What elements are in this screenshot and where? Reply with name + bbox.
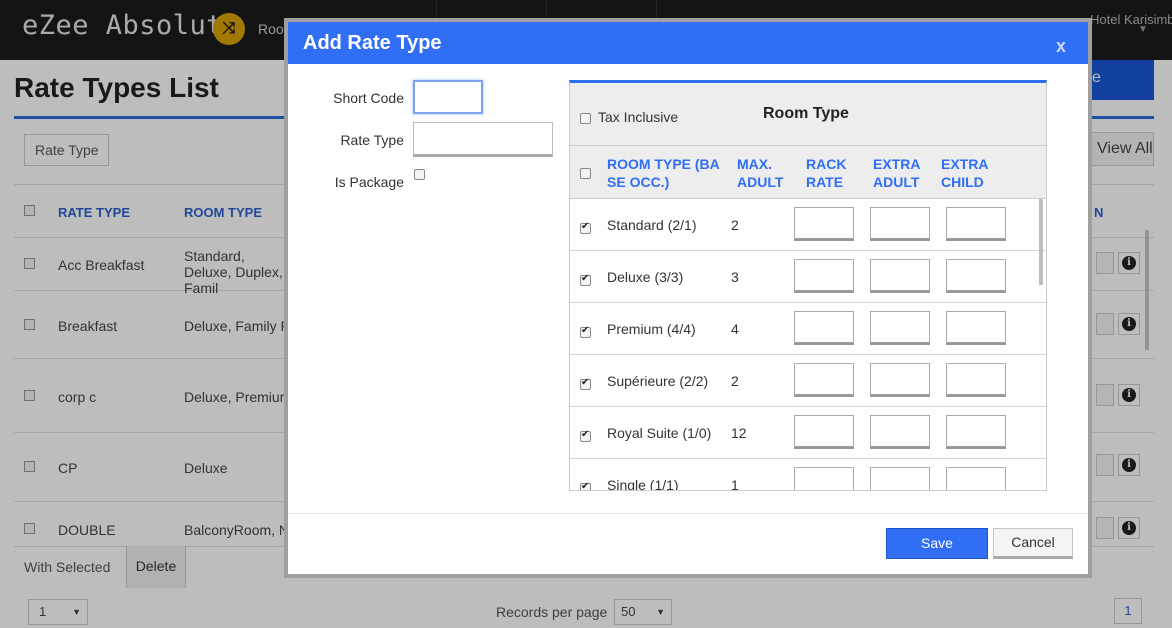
rack-rate-input[interactable] (794, 363, 854, 397)
rack-rate-input[interactable] (794, 467, 854, 490)
add-rate-type-dialog: Add Rate Type x Short Code Rate Type Is … (284, 18, 1092, 578)
rate-type-input[interactable] (413, 122, 553, 157)
is-package-checkbox[interactable] (414, 169, 425, 180)
room-checkbox[interactable] (580, 273, 591, 286)
save-button[interactable]: Save (886, 528, 988, 559)
room-max-adult: 2 (731, 373, 739, 389)
col-extra-adult: EXTRA ADULT (873, 156, 920, 190)
extra-child-input[interactable] (946, 207, 1006, 241)
room-name: Single (1/1) (607, 477, 679, 491)
room-type-table-body[interactable]: Standard (2/1) 2 Deluxe (3/3) 3 Premium … (570, 199, 1046, 491)
extra-adult-input[interactable] (870, 363, 930, 397)
room-max-adult: 1 (731, 477, 739, 491)
extra-child-input[interactable] (946, 311, 1006, 345)
rate-type-label: Rate Type (340, 132, 404, 148)
dialog-header: Add Rate Type x (288, 22, 1088, 64)
extra-child-input[interactable] (946, 259, 1006, 293)
col-rack-rate: RACK RATE (806, 156, 847, 190)
extra-child-input[interactable] (946, 415, 1006, 449)
room-checkbox[interactable] (580, 325, 591, 338)
room-name: Deluxe (3/3) (607, 269, 684, 285)
col-extra-child: EXTRA CHILD (941, 156, 988, 190)
room-name: Royal Suite (1/0) (607, 425, 712, 441)
close-icon[interactable]: x (1056, 36, 1066, 57)
is-package-label: Is Package (334, 174, 404, 190)
extra-adult-input[interactable] (870, 259, 930, 293)
room-row: Supérieure (2/2) 2 (570, 355, 1046, 407)
rack-rate-input[interactable] (794, 207, 854, 241)
room-max-adult: 12 (731, 425, 747, 441)
room-name: Supérieure (2/2) (607, 373, 709, 389)
room-row: Standard (2/1) 2 (570, 199, 1046, 251)
room-checkbox[interactable] (580, 429, 591, 442)
cancel-button[interactable]: Cancel (993, 528, 1073, 559)
rack-rate-input[interactable] (794, 259, 854, 293)
extra-adult-input[interactable] (870, 207, 930, 241)
extra-child-input[interactable] (946, 363, 1006, 397)
room-table-scrollbar[interactable] (1039, 199, 1043, 285)
extra-adult-input[interactable] (870, 467, 930, 490)
room-name: Premium (4/4) (607, 321, 696, 337)
room-checkbox[interactable] (580, 377, 591, 390)
room-row: Single (1/1) 1 (570, 459, 1046, 491)
room-checkbox[interactable] (580, 481, 591, 490)
room-row: Premium (4/4) 4 (570, 303, 1046, 355)
rack-rate-input[interactable] (794, 415, 854, 449)
room-row: Deluxe (3/3) 3 (570, 251, 1046, 303)
dialog-footer-divider (288, 513, 1088, 514)
room-max-adult: 3 (731, 269, 739, 285)
room-checkbox[interactable] (580, 221, 591, 234)
room-row: Royal Suite (1/0) 12 (570, 407, 1046, 459)
short-code-input[interactable] (413, 80, 483, 114)
room-name: Standard (2/1) (607, 217, 697, 233)
rack-rate-input[interactable] (794, 311, 854, 345)
col-max-adult: MAX. ADULT (737, 156, 784, 190)
room-max-adult: 2 (731, 217, 739, 233)
extra-adult-input[interactable] (870, 415, 930, 449)
room-max-adult: 4 (731, 321, 739, 337)
extra-adult-input[interactable] (870, 311, 930, 345)
tax-inclusive-checkbox[interactable] (580, 113, 591, 124)
room-type-table-title-bar: Tax Inclusive Room Type (570, 83, 1046, 146)
short-code-label: Short Code (333, 90, 404, 106)
extra-child-input[interactable] (946, 467, 1006, 490)
col-room-type: ROOM TYPE (BA SE OCC.) (607, 156, 720, 190)
dialog-title: Add Rate Type (303, 32, 442, 54)
room-type-table-header: ROOM TYPE (BA SE OCC.) MAX. ADULT RACK R… (570, 146, 1046, 199)
room-type-table-title: Room Type (763, 105, 849, 122)
tax-inclusive-label: Tax Inclusive (598, 109, 679, 125)
select-all-rooms-checkbox[interactable] (580, 168, 591, 179)
room-type-table: Tax Inclusive Room Type ROOM TYPE (BA SE… (569, 80, 1047, 491)
